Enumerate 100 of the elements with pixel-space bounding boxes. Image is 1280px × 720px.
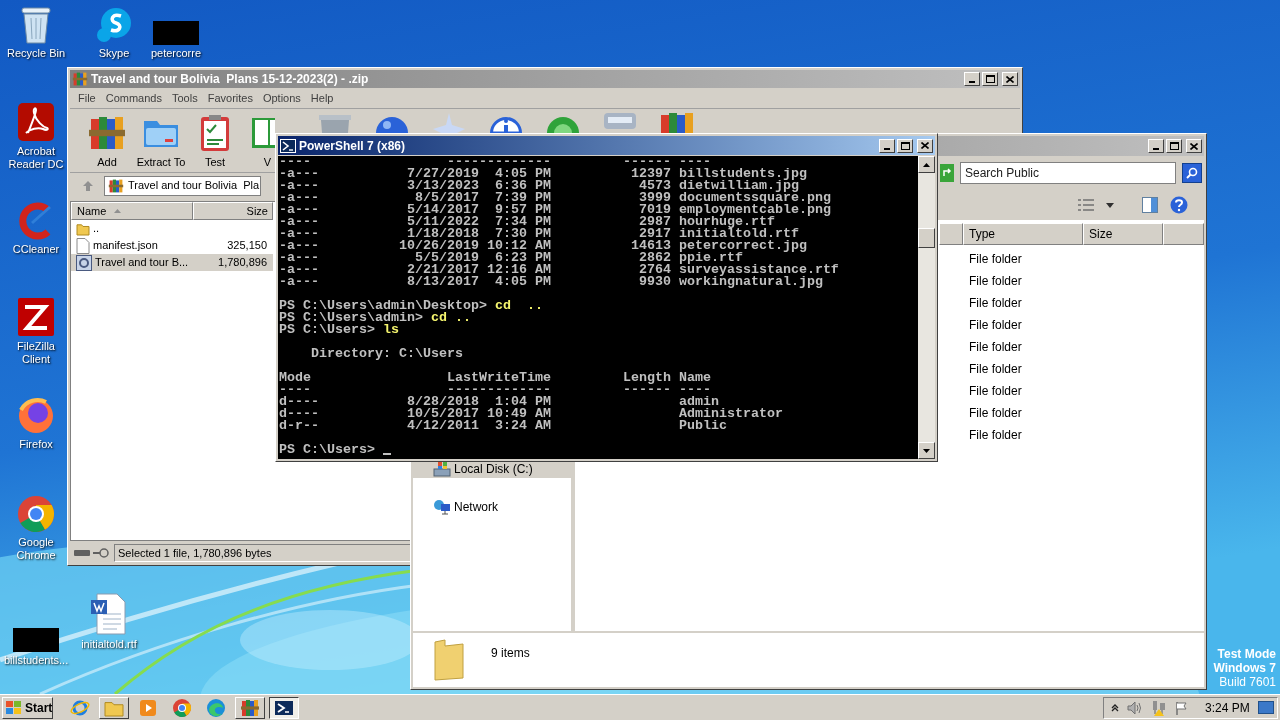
console-command: cd ..: [494, 300, 543, 312]
minimize-button[interactable]: [879, 138, 895, 153]
books-icon: [660, 113, 693, 133]
preview-pane-icon[interactable]: [1142, 197, 1158, 213]
column-header[interactable]: Size: [193, 202, 273, 220]
window-title: Travel and tour Bolivia Plans 15-12-2023(2) - .zip: [91, 71, 369, 88]
column-header[interactable]: Name: [71, 202, 193, 220]
column-header[interactable]: [939, 223, 963, 245]
desktop-icon-label[interactable]: Recycle Bin: [6, 47, 66, 60]
maximize-button[interactable]: [897, 138, 913, 153]
file-row[interactable]: Travel and tour B... 1,780,896: [71, 254, 273, 271]
menu-item[interactable]: Commands: [100, 89, 167, 107]
column-header[interactable]: Type: [963, 223, 1083, 245]
toolbar-button[interactable]: V: [242, 113, 275, 171]
scroll-thumb[interactable]: [918, 228, 935, 248]
file-size: 325,150: [226, 238, 268, 254]
close-button[interactable]: [1002, 72, 1018, 86]
flag-icon[interactable]: [1175, 700, 1189, 715]
file-icon: [76, 237, 90, 254]
taskbar-button[interactable]: [269, 696, 299, 719]
maximize-icon: [985, 75, 995, 83]
desktop-icon-label[interactable]: FileZilla Client: [4, 340, 68, 366]
close-icon: [921, 142, 929, 149]
menu-item[interactable]: Favorites: [202, 89, 258, 107]
folder-icon: [433, 638, 465, 682]
app-icon: [72, 71, 88, 87]
desktop-icon-label[interactable]: CCleaner: [12, 243, 60, 256]
minimize-button[interactable]: [1148, 139, 1164, 153]
scroll-down-button[interactable]: [918, 442, 935, 459]
maximize-button[interactable]: [982, 72, 998, 86]
terminal-icon: [280, 138, 296, 153]
zigzag-app-icon[interactable]: [16, 298, 56, 338]
close-button[interactable]: [917, 138, 933, 153]
minimize-button[interactable]: [964, 72, 980, 86]
maximize-button[interactable]: [1166, 139, 1182, 153]
close-icon: [1190, 142, 1198, 150]
menu-item[interactable]: File: [73, 89, 101, 107]
refresh-button[interactable]: [940, 164, 954, 182]
speech-bubble-icon[interactable]: [94, 5, 134, 45]
toolbar-button[interactable]: Extract To: [134, 113, 188, 171]
document-icon[interactable]: [89, 592, 129, 636]
list-cell-text: File folder: [969, 251, 1022, 268]
key-icon: [93, 548, 109, 558]
wheel-app-icon[interactable]: [16, 494, 56, 534]
console-prompt: PS C:\Users\admin>: [279, 312, 423, 324]
help-icon[interactable]: [1170, 196, 1188, 214]
console-line: -a--- 10/26/2019 10:12 AM 14613 petercorrect.jpg: [279, 238, 807, 253]
console-line: ---- ------------- ------ ----: [279, 156, 711, 169]
search-icon: [1186, 167, 1198, 179]
up-arrow-icon: [923, 162, 930, 167]
swirl-app-icon[interactable]: [16, 103, 56, 143]
start-button[interactable]: Start: [2, 696, 53, 719]
show-desktop-icon[interactable]: [1257, 700, 1274, 715]
scrollbar-track[interactable]: [918, 156, 935, 459]
list-cell-text: File folder: [969, 427, 1022, 444]
list-cell-text: File folder: [969, 383, 1022, 400]
drive-icon: [433, 461, 451, 477]
console-line: Mode LastWriteTime Length Name: [279, 370, 711, 385]
network-icon: [433, 499, 451, 515]
toolbar-button[interactable]: Add: [80, 113, 134, 171]
file-name: Travel and tour B...: [95, 255, 189, 271]
list-cell-text: File folder: [969, 295, 1022, 312]
clock[interactable]: 3:24 PM: [1205, 698, 1250, 717]
refresh-icon: [942, 168, 952, 178]
menu-item[interactable]: Tools: [167, 89, 203, 107]
toolbar-button[interactable]: Test: [188, 113, 242, 171]
console-line: d-r-- 4/12/2011 3:24 AM Public: [279, 418, 727, 433]
maximize-icon: [1169, 142, 1179, 150]
desktop-notice-text: Test Mode: [1217, 647, 1276, 661]
desktop-icon-label[interactable]: petercorre: [150, 47, 202, 60]
console-command: ls: [383, 324, 399, 336]
desktop-icon-label[interactable]: Firefox: [19, 438, 53, 451]
speaker-icon[interactable]: [1127, 700, 1143, 715]
minimize-icon: [969, 81, 975, 83]
drive-icon: [74, 549, 90, 557]
caret-icon[interactable]: [1106, 202, 1114, 208]
desktop-icon-label[interactable]: Acrobat Reader DC: [4, 145, 68, 171]
swirl-icon: [206, 697, 226, 718]
file-size: 1,780,896: [217, 255, 268, 271]
column-header[interactable]: Size: [1083, 223, 1163, 245]
scroll-up-button[interactable]: [918, 156, 935, 173]
archive-icon: [76, 254, 92, 271]
chevron-icon[interactable]: [1111, 703, 1119, 712]
menu-item[interactable]: Options: [257, 89, 306, 107]
console-line: -a--- 7/27/2019 4:05 PM 12397 billstudents.jpg: [279, 166, 807, 181]
trash-bin-icon[interactable]: [18, 5, 54, 45]
search-field[interactable]: Search Public: [960, 162, 1176, 184]
item-count: 9 items: [491, 645, 530, 662]
list-cell-text: File folder: [969, 339, 1022, 356]
desktop-icon-label[interactable]: Skype: [98, 47, 130, 60]
close-button[interactable]: [1186, 139, 1202, 153]
search-button[interactable]: [1182, 163, 1202, 183]
list-cell-text: File folder: [969, 317, 1022, 334]
wheel-icon[interactable]: [172, 697, 192, 718]
globe-app-icon[interactable]: [16, 396, 56, 436]
menu-item[interactable]: Help: [305, 89, 339, 107]
path-field[interactable]: Travel and tour Bolivia Pla: [104, 175, 262, 196]
file-name: manifest.json: [93, 238, 158, 254]
desktop-icon-label[interactable]: Google Chrome: [4, 536, 68, 562]
file-name: ..: [93, 221, 100, 237]
